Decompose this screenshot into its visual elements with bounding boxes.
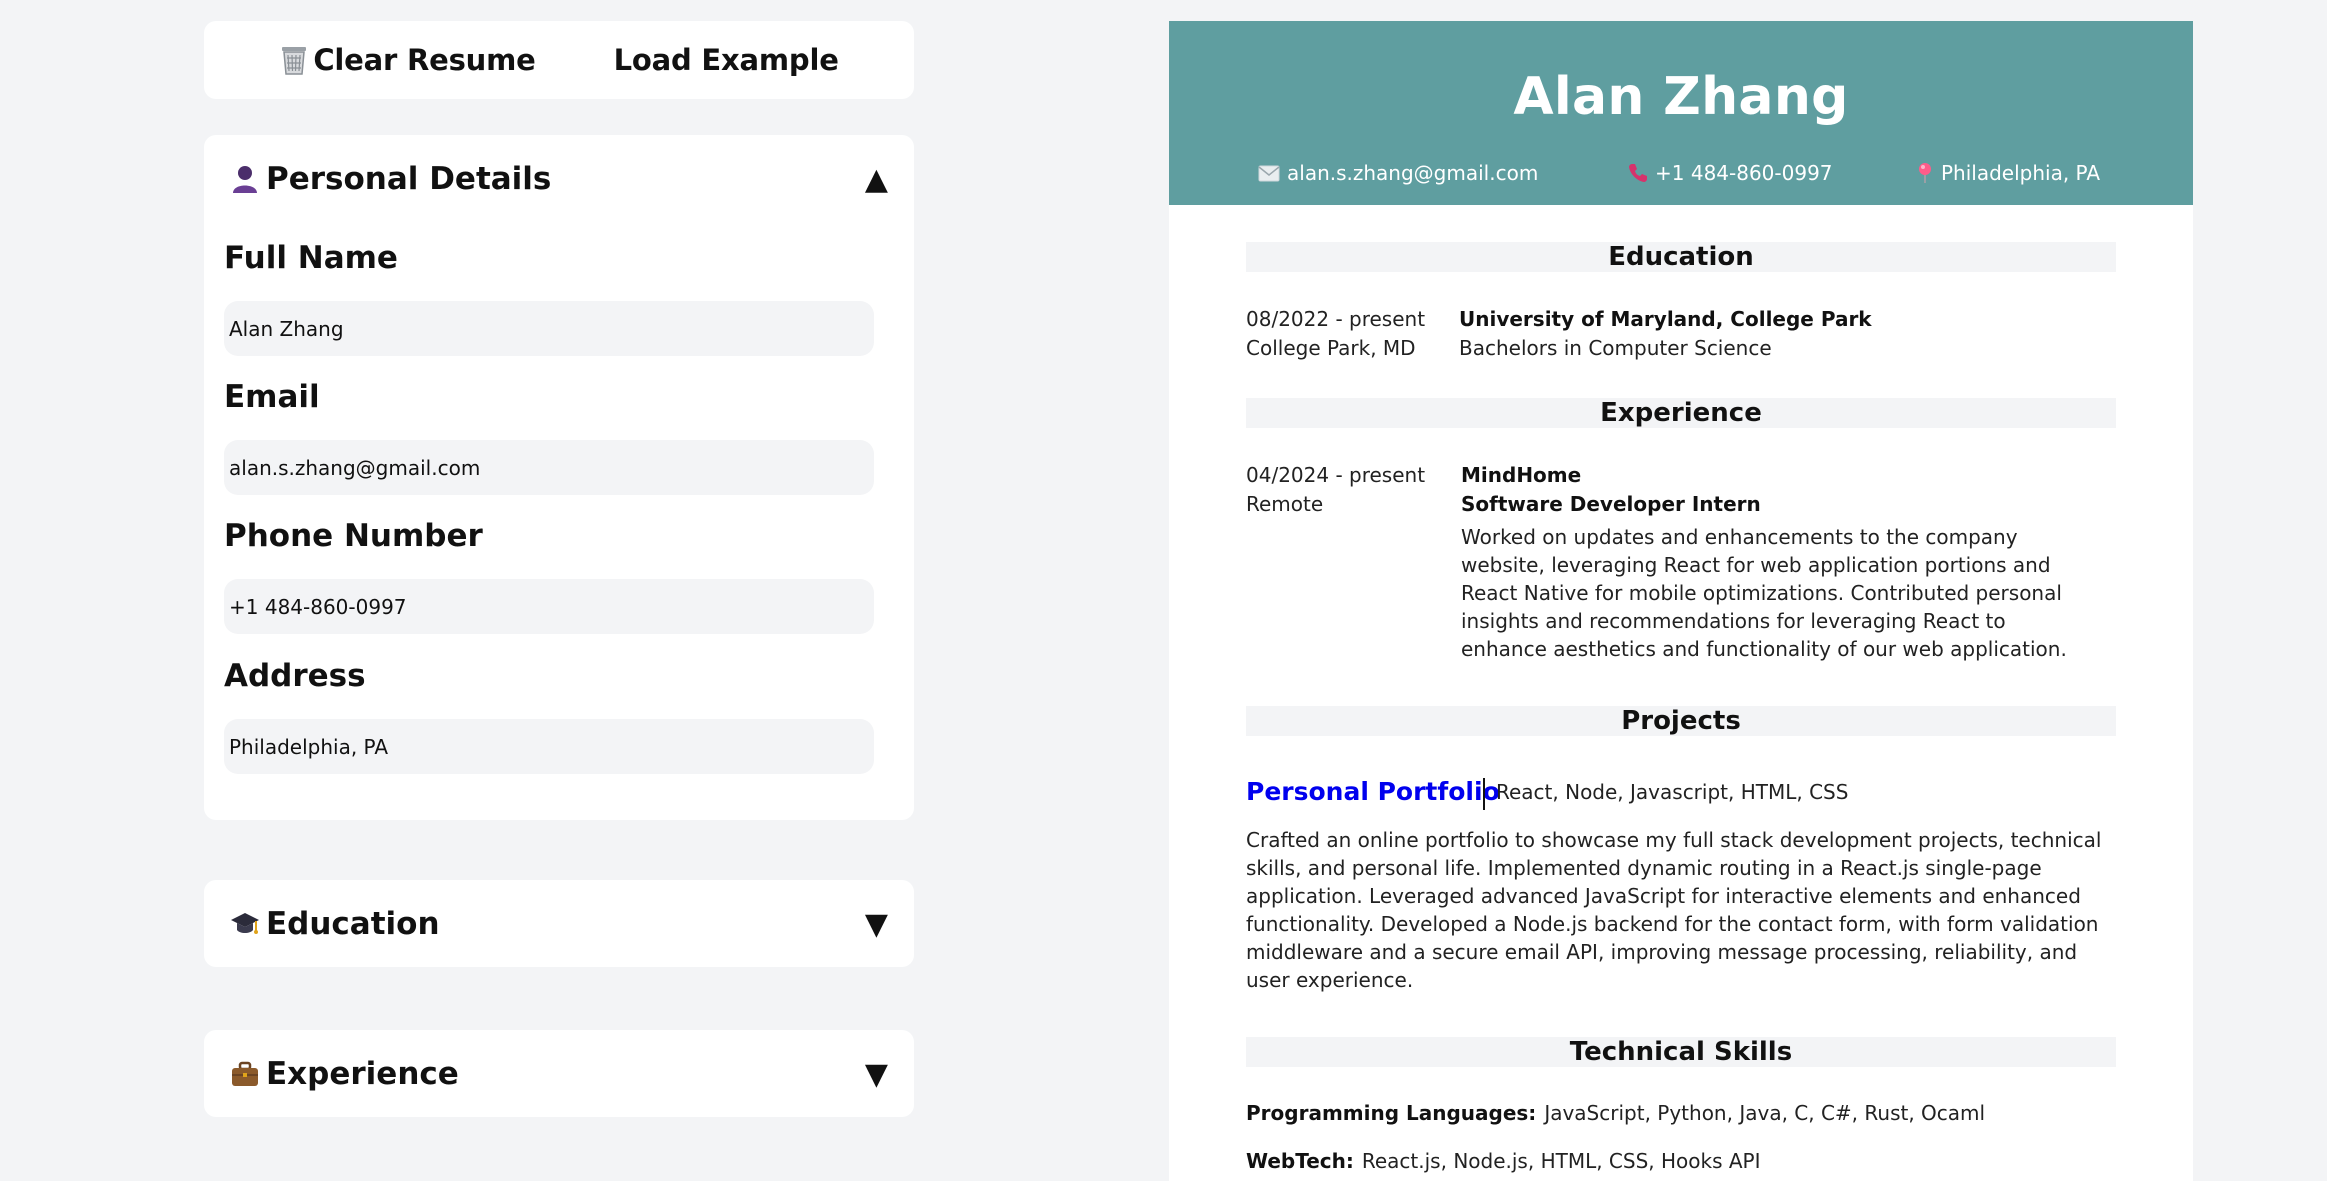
clear-resume-button[interactable]: Clear Resume bbox=[279, 43, 536, 77]
experience-header[interactable]: Experience ▼ bbox=[230, 1050, 888, 1098]
expand-caret-icon[interactable]: ▼ bbox=[865, 907, 888, 942]
education-location: College Park, MD bbox=[1246, 336, 1416, 360]
education-title: Education bbox=[266, 906, 440, 942]
skill-row: WebTech: React.js, Node.js, HTML, CSS, Ho… bbox=[1246, 1149, 1761, 1173]
resume-projects-title: Projects bbox=[1246, 706, 2116, 736]
experience-description: Worked on updates and enhancements to th… bbox=[1461, 525, 2067, 661]
experience-location: Remote bbox=[1246, 492, 1324, 516]
experience-panel: Experience ▼ bbox=[204, 1030, 914, 1117]
resume-email: alan.s.zhang@gmail.com bbox=[1258, 161, 1538, 185]
resume-email-text: alan.s.zhang@gmail.com bbox=[1287, 161, 1539, 185]
project-divider bbox=[1483, 778, 1485, 810]
personal-details-header[interactable]: Personal Details ▲ bbox=[230, 155, 888, 203]
education-degree: Bachelors in Computer Science bbox=[1459, 336, 1772, 360]
skill-row: Programming Languages: JavaScript, Python… bbox=[1246, 1101, 1985, 1125]
phone-label: Phone Number bbox=[224, 518, 483, 554]
load-example-label: Load Example bbox=[613, 43, 839, 77]
project-description: Crafted an online portfolio to showcase … bbox=[1246, 828, 2102, 992]
resume-preview: Alan Zhang alan.s.zhang@gmail.com +1 484… bbox=[1169, 21, 2193, 1181]
expand-caret-icon[interactable]: ▼ bbox=[865, 1057, 888, 1092]
trash-icon bbox=[279, 44, 309, 76]
education-school: University of Maryland, College Park bbox=[1459, 307, 1872, 331]
address-label: Address bbox=[224, 658, 366, 694]
resume-phone-text: +1 484-860-0997 bbox=[1655, 161, 1833, 185]
address-input[interactable] bbox=[224, 719, 874, 774]
collapse-caret-icon[interactable]: ▲ bbox=[865, 162, 888, 197]
load-example-button[interactable]: Load Example bbox=[614, 43, 839, 77]
experience-title: Experience bbox=[266, 1056, 459, 1092]
skill-label: WebTech: bbox=[1246, 1149, 1354, 1173]
personal-details-panel: Personal Details ▲ Full Name Email Phone… bbox=[204, 135, 914, 820]
pushpin-icon bbox=[1916, 162, 1934, 184]
resume-phone: +1 484-860-0997 bbox=[1628, 161, 1833, 185]
phone-icon bbox=[1628, 163, 1648, 183]
resume-education-title: Education bbox=[1246, 242, 2116, 272]
education-header[interactable]: Education ▼ bbox=[230, 900, 888, 948]
resume-skills-title: Technical Skills bbox=[1246, 1037, 2116, 1067]
briefcase-icon bbox=[230, 1059, 260, 1089]
skill-value: JavaScript, Python, Java, C, C#, Rust, O… bbox=[1544, 1101, 1986, 1125]
clear-resume-label: Clear Resume bbox=[313, 43, 536, 77]
email-input[interactable] bbox=[224, 440, 874, 495]
resume-name: Alan Zhang bbox=[1513, 67, 1849, 127]
envelope-icon bbox=[1258, 165, 1280, 182]
project-tech: React, Node, Javascript, HTML, CSS bbox=[1496, 780, 1849, 804]
resume-header: Alan Zhang alan.s.zhang@gmail.com +1 484… bbox=[1169, 21, 2193, 205]
toolbar: Clear Resume Load Example bbox=[204, 21, 914, 99]
resume-experience-title: Experience bbox=[1246, 398, 2116, 428]
experience-company: MindHome bbox=[1461, 463, 1582, 487]
personal-details-title: Personal Details bbox=[266, 161, 552, 197]
phone-input[interactable] bbox=[224, 579, 874, 634]
education-panel: Education ▼ bbox=[204, 880, 914, 967]
graduation-cap-icon bbox=[230, 909, 260, 939]
resume-location: Philadelphia, PA bbox=[1916, 161, 2100, 185]
skill-value: React.js, Node.js, HTML, CSS, Hooks API bbox=[1361, 1149, 1761, 1173]
experience-role: Software Developer Intern bbox=[1461, 492, 1761, 516]
resume-location-text: Philadelphia, PA bbox=[1941, 161, 2101, 185]
full-name-input[interactable] bbox=[224, 301, 874, 356]
education-dates: 08/2022 - present bbox=[1246, 307, 1426, 331]
skill-label: Programming Languages: bbox=[1246, 1101, 1537, 1125]
project-name-link[interactable]: Personal Portfolio bbox=[1246, 777, 1500, 806]
user-icon bbox=[230, 164, 260, 194]
experience-dates: 04/2024 - present bbox=[1246, 463, 1426, 487]
full-name-label: Full Name bbox=[224, 240, 398, 276]
email-label: Email bbox=[224, 379, 320, 415]
